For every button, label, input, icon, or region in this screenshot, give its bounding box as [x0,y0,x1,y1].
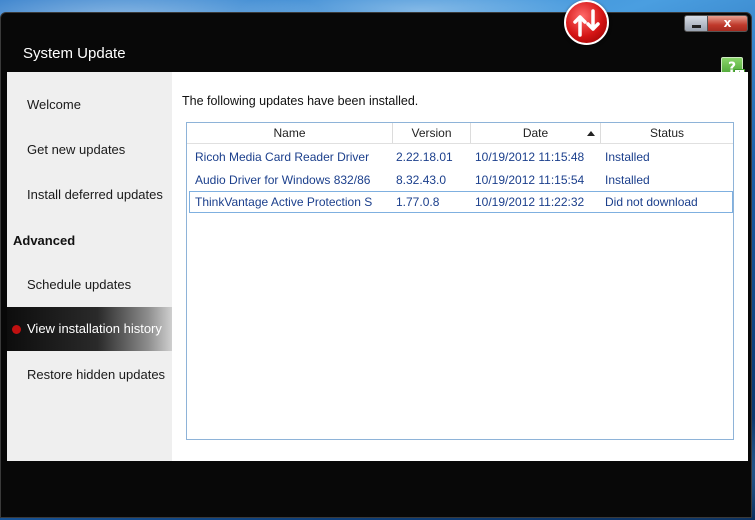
sidebar-item-restore-hidden-updates[interactable]: Restore hidden updates [7,353,172,397]
sidebar-item-schedule-updates[interactable]: Schedule updates [7,263,172,307]
cell-date: 10/19/2012 11:15:54 [475,173,585,187]
cell-status: Installed [605,150,650,164]
sidebar-item-get-new-updates[interactable]: Get new updates [7,128,172,172]
window-title: System Update [23,45,126,62]
sort-ascending-icon [587,131,595,136]
cell-version: 1.77.0.8 [396,195,440,209]
table-row[interactable]: ThinkVantage Active Protection S 1.77.0.… [189,191,733,213]
column-header-label: Date [522,126,549,140]
history-table: Name Version Date Status Ricoh Media Car… [186,122,734,440]
table-row[interactable]: Ricoh Media Card Reader Driver 2.22.18.0… [189,147,733,169]
cell-status: Installed [605,173,650,187]
cell-status: Did not download [605,195,698,209]
table-row[interactable]: Audio Driver for Windows 832/86 8.32.43.… [189,170,733,192]
sidebar-item-label: View installation history [27,321,162,336]
column-header-version[interactable]: Version [393,123,471,143]
sidebar-item-welcome[interactable]: Welcome [7,83,172,127]
column-header-name[interactable]: Name [187,123,393,143]
cell-name: Ricoh Media Card Reader Driver [195,150,370,164]
sidebar: Welcome Get new updates Install deferred… [7,72,172,461]
update-notifier-icon[interactable] [564,0,609,45]
column-header-status[interactable]: Status [601,123,733,143]
minimize-button[interactable] [684,15,708,32]
window-controls: x [684,15,748,32]
sidebar-item-install-deferred-updates[interactable]: Install deferred updates [7,173,172,217]
sidebar-heading-advanced: Advanced [13,233,76,248]
column-header-date[interactable]: Date [471,123,601,143]
cell-name: ThinkVantage Active Protection S [195,195,373,209]
table-header: Name Version Date Status [187,123,733,144]
close-button[interactable]: x [708,15,748,32]
sidebar-item-view-installation-history[interactable]: View installation history [7,307,172,351]
cell-date: 10/19/2012 11:22:32 [475,195,585,209]
cell-version: 2.22.18.01 [396,150,453,164]
cell-version: 8.32.43.0 [396,173,447,187]
intro-text: The following updates have been installe… [182,94,419,108]
up-down-arrows-icon [573,9,600,37]
cell-date: 10/19/2012 11:15:48 [475,150,585,164]
main-panel: The following updates have been installe… [172,72,748,461]
active-indicator-icon [12,325,21,334]
cell-name: Audio Driver for Windows 832/86 [195,173,371,187]
